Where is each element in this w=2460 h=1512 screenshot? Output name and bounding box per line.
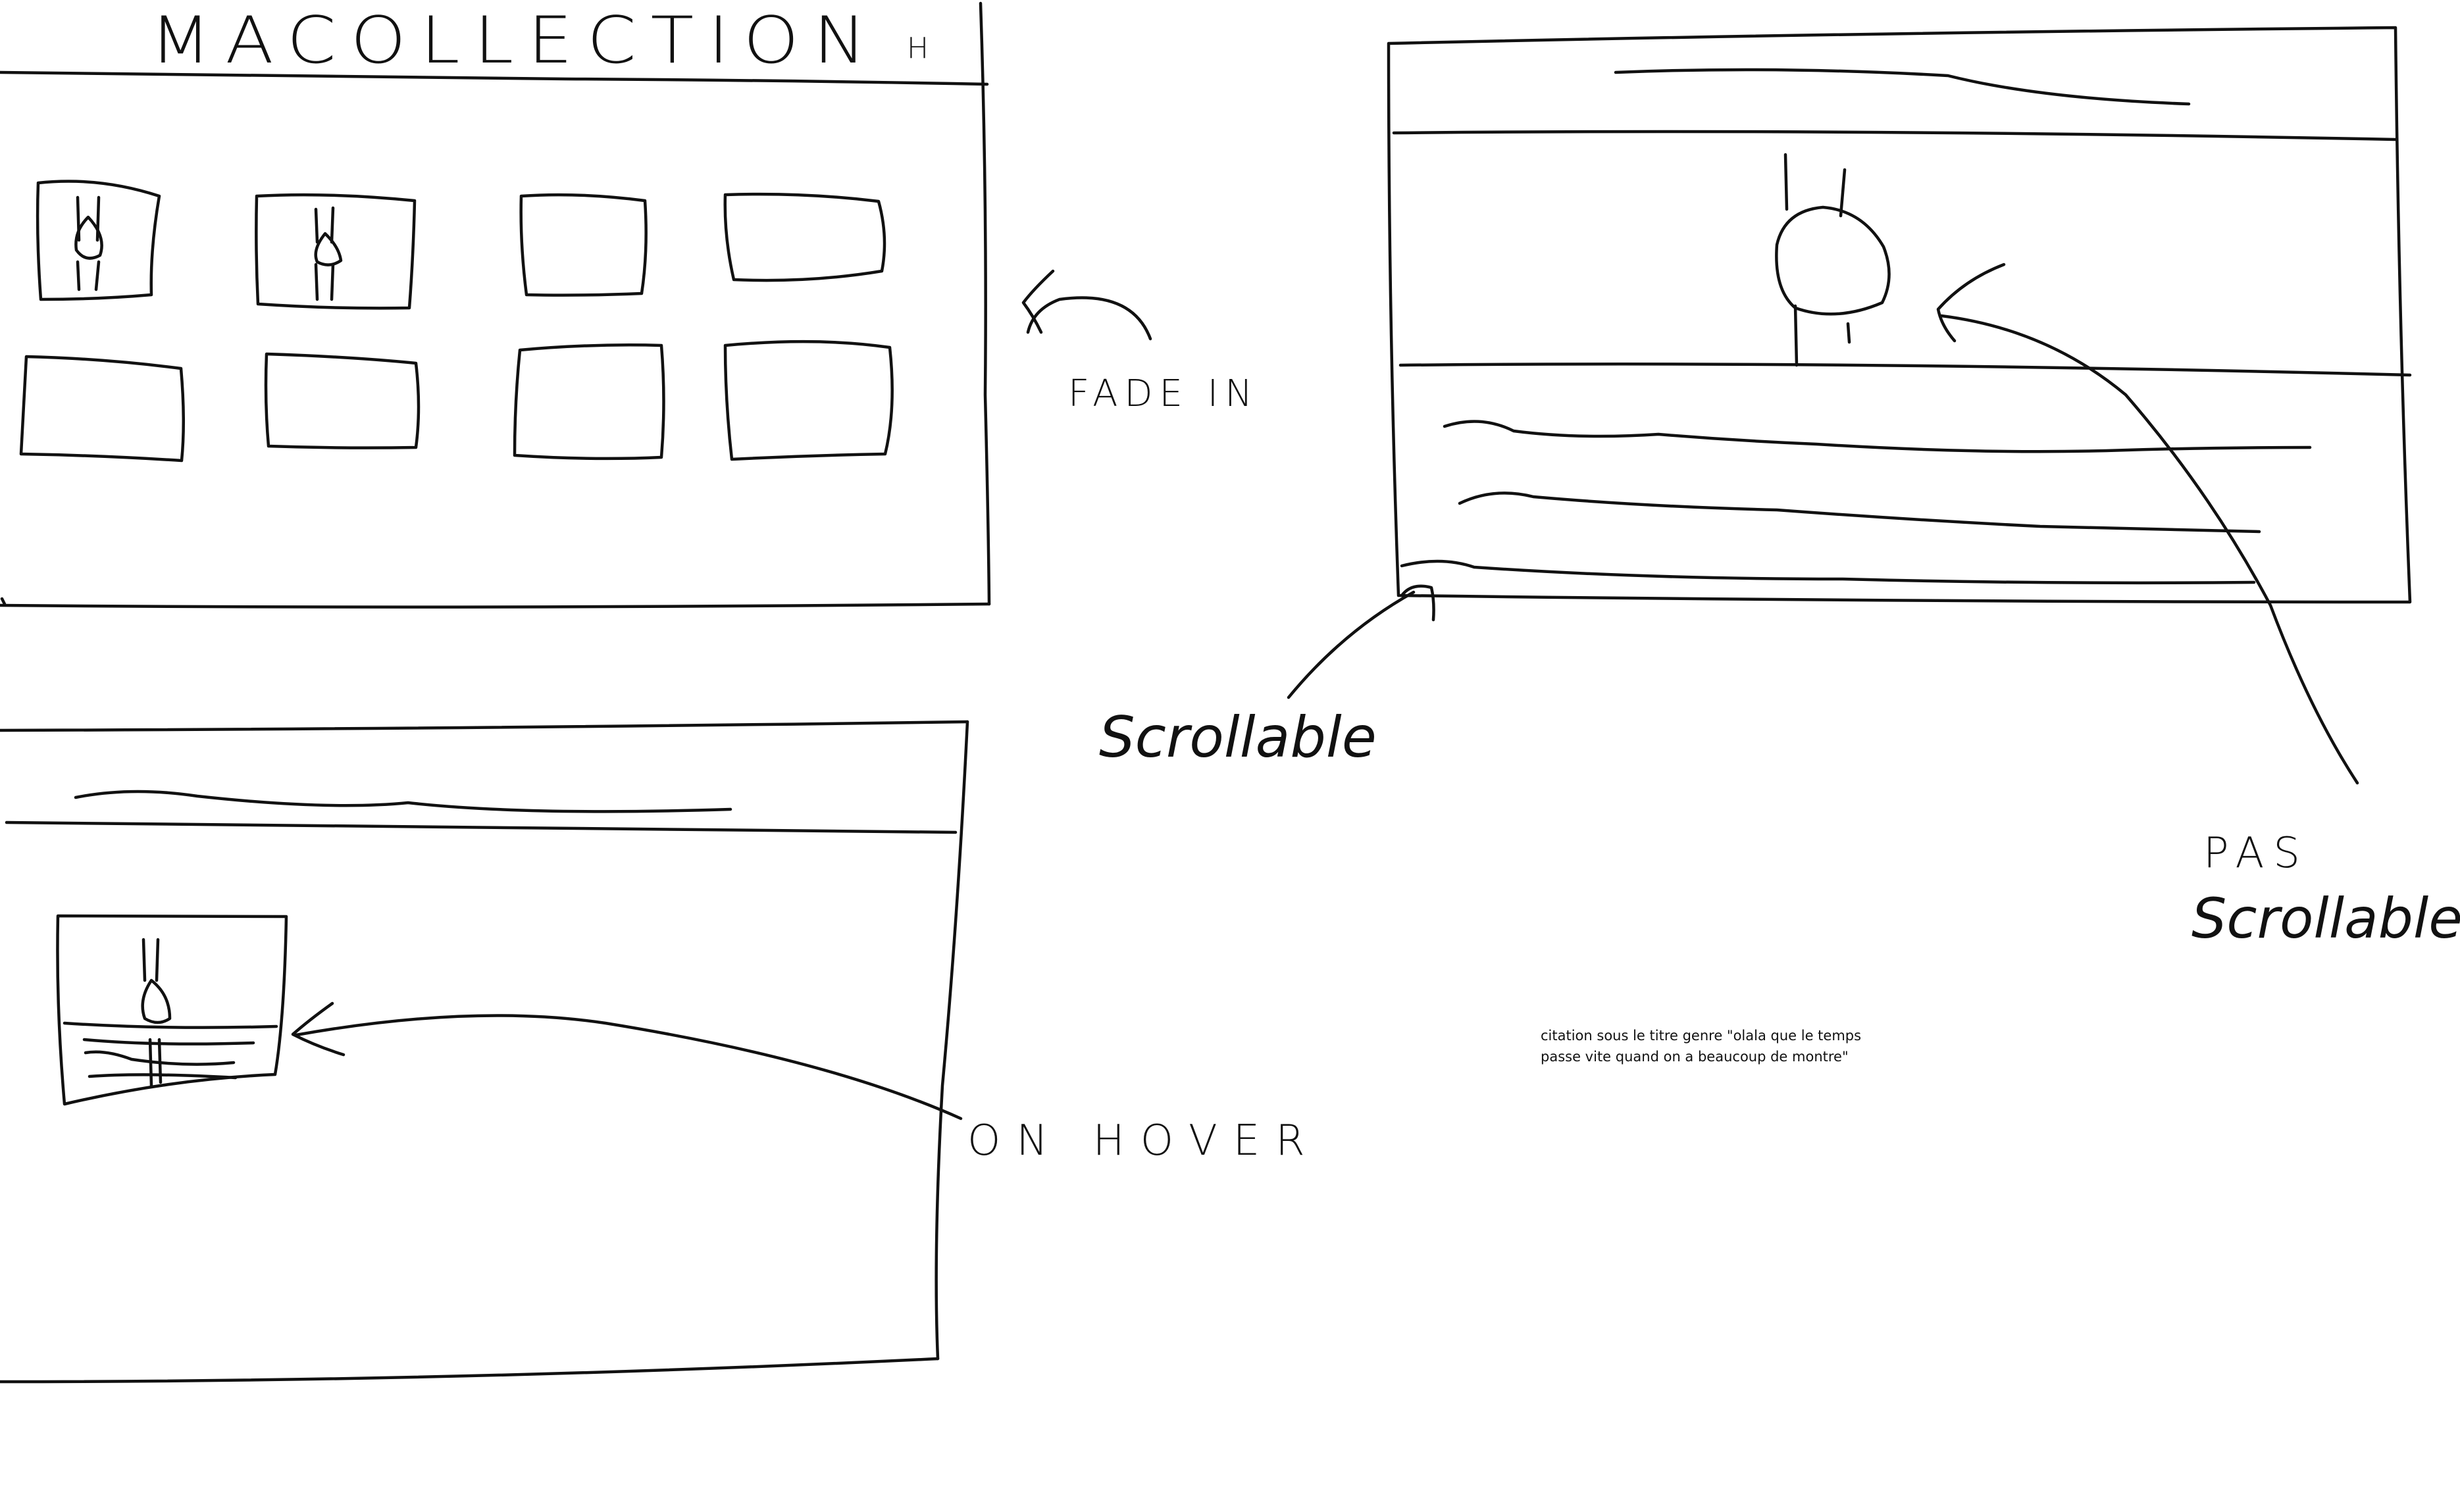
design-note-line: citation sous le titre genre "olala que … [1541,1028,1862,1044]
hover-state-panel: ON HOVER [0,720,1321,1384]
detail-header-divider [1392,130,2397,141]
empty-thumbnail [19,355,185,463]
on-hover-arrow [294,1014,963,1121]
hover-panel-top-edge [0,720,969,732]
on-hover-label: ON HOVER [967,1117,1321,1165]
empty-thumbnail [723,192,886,282]
fade-in-label: FADE IN [1068,372,1259,415]
empty-thumbnail [723,340,894,461]
scrollable-arrow [1287,590,1416,699]
panel-right-edge [979,1,991,606]
detail-title-line [1614,68,2191,106]
panel-bottom-edge [0,602,991,609]
detail-text-line [1458,491,2261,534]
detail-text-line [1443,420,2312,453]
watch-detail-panel: Scrollable PAS Scrollable [1099,26,2460,951]
not-scrollable-arrow [1939,314,2359,785]
design-note-line: passe vite quand on a beaucoup de montre… [1541,1049,1849,1065]
not-scrollable-label-line2: Scrollable [2191,886,2460,951]
detail-text-line [1400,559,2256,585]
wireframe-sketch: MACOLLECTION H FADE IN Scrollable PAS Sc… [0,1,2460,1384]
hover-thumbnail [56,914,288,1106]
detail-frame [1387,26,2412,604]
hover-panel-bottom-edge [0,1357,940,1384]
empty-thumbnail [513,343,665,461]
empty-thumbnail [519,193,648,297]
collection-title: MACOLLECTION [150,3,881,78]
hover-header-divider [5,820,958,834]
design-note: citation sous le titre genre "olala que … [1541,1025,1909,1067]
not-scrollable-label-line1: PAS [2203,829,2309,878]
watch-thumbnail [36,180,161,301]
hover-title-line [74,790,732,813]
empty-thumbnail [264,352,421,449]
watch-illustration [1775,153,1891,367]
watch-thumbnail [255,193,417,310]
title-mark: H [907,32,929,65]
hover-panel-right-edge [935,720,969,1361]
fade-in-arrow [1026,296,1152,341]
detail-image-divider [1398,363,2412,377]
collection-grid-panel: MACOLLECTION H FADE IN [0,1,1259,609]
scrollable-label: Scrollable [1099,705,1377,770]
